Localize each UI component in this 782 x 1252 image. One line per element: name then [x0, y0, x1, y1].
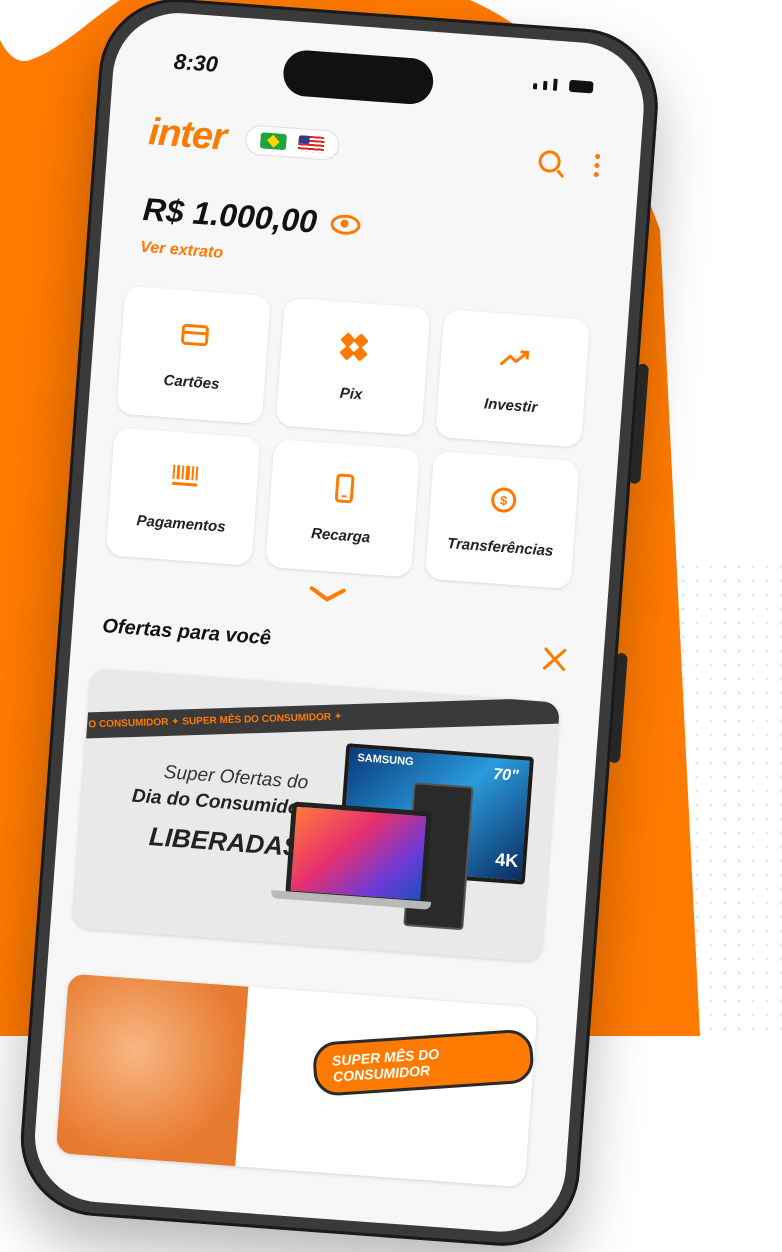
shortcut-label: Cartões	[163, 371, 220, 392]
promo-badge: SUPER MÊS DO CONSUMIDOR	[312, 1028, 535, 1096]
signal-icon	[553, 79, 558, 91]
money-transfer-icon: $	[486, 483, 522, 515]
balance-row: R$ 1.000,00	[142, 191, 362, 244]
shortcut-cartoes[interactable]: Cartões	[116, 286, 271, 424]
laptop-image	[285, 801, 432, 905]
tv-brand: SAMSUNG	[357, 752, 414, 768]
brazil-flag-icon[interactable]	[260, 132, 287, 150]
inter-logo: inter	[147, 111, 227, 160]
shortcut-investir[interactable]: Investir	[435, 309, 590, 447]
shortcut-label: Pix	[339, 384, 363, 403]
currency-switcher[interactable]	[245, 124, 341, 161]
second-offer-banner[interactable]: SUPER MÊS DO CONSUMIDOR	[56, 973, 538, 1187]
more-options-icon[interactable]	[594, 153, 601, 176]
promo-ribbon: O CONSUMIDOR ✦ SUPER MÊS DO CONSUMIDOR ✦	[72, 696, 560, 739]
offer-headline: LIBERADAS	[148, 821, 302, 863]
signal-icon	[543, 81, 548, 90]
chevron-down-icon[interactable]	[307, 584, 348, 607]
shortcut-label: Pagamentos	[136, 512, 226, 535]
offer-banner[interactable]: O CONSUMIDOR ✦ SUPER MÊS DO CONSUMIDOR ✦…	[72, 668, 560, 962]
phone-icon	[326, 472, 362, 504]
shortcut-transferencias[interactable]: $ Transferências	[425, 451, 580, 589]
trend-up-icon	[496, 342, 532, 374]
shortcut-grid: Cartões Pix Investir	[106, 286, 595, 590]
battery-icon	[569, 80, 594, 94]
promo-photo	[56, 973, 249, 1166]
phone-device: 8:30 inter R$ 1.000,00 Ver extrato	[15, 0, 663, 1251]
usa-flag-icon[interactable]	[298, 135, 325, 153]
app-screen: 8:30 inter R$ 1.000,00 Ver extrato	[30, 8, 648, 1236]
shortcut-label: Investir	[483, 395, 537, 416]
tv-size: 70"	[493, 766, 520, 786]
eye-icon[interactable]	[330, 213, 361, 235]
app-header: inter	[147, 107, 601, 190]
account-balance: R$ 1.000,00	[142, 191, 319, 241]
close-icon[interactable]	[540, 645, 568, 673]
status-icons	[533, 77, 594, 93]
svg-text:$: $	[500, 492, 509, 508]
statement-link[interactable]: Ver extrato	[140, 239, 224, 263]
tv-tag: 4K	[495, 849, 519, 872]
card-icon	[177, 318, 213, 350]
shortcut-pix[interactable]: Pix	[276, 298, 431, 436]
shortcut-recarga[interactable]: Recarga	[265, 439, 420, 577]
shortcut-label: Recarga	[311, 525, 371, 546]
shortcut-label: Transferências	[447, 535, 554, 560]
barcode-icon	[167, 460, 203, 492]
status-time: 8:30	[173, 49, 219, 78]
pix-icon	[337, 330, 373, 362]
shortcut-pagamentos[interactable]: Pagamentos	[106, 427, 261, 565]
search-icon[interactable]	[538, 150, 562, 174]
dynamic-island	[282, 49, 435, 106]
offers-heading: Ofertas para você	[102, 615, 272, 650]
signal-icon	[533, 83, 537, 89]
